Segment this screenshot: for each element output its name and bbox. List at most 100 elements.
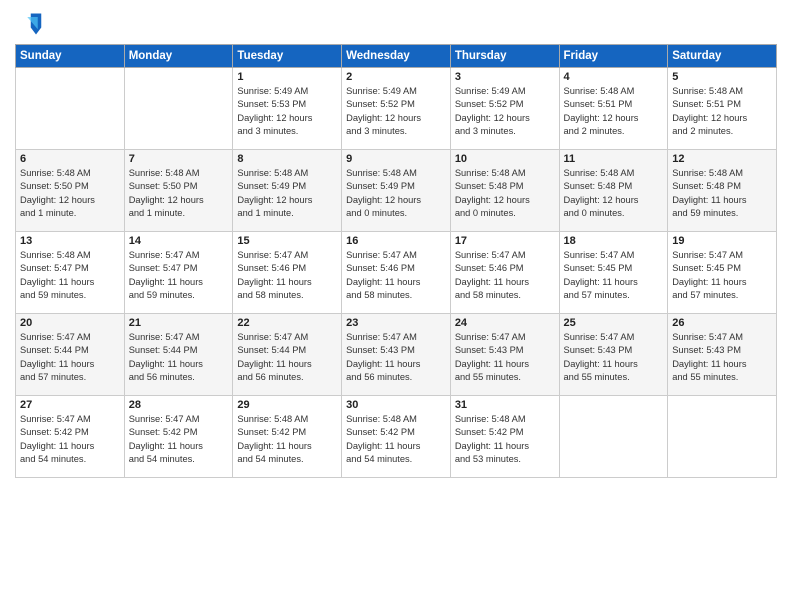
day-number: 15 bbox=[237, 235, 337, 247]
day-number: 3 bbox=[455, 71, 555, 83]
day-number: 28 bbox=[129, 399, 229, 411]
day-number: 31 bbox=[455, 399, 555, 411]
day-info: Sunrise: 5:47 AM Sunset: 5:47 PM Dayligh… bbox=[129, 249, 229, 303]
day-info: Sunrise: 5:48 AM Sunset: 5:42 PM Dayligh… bbox=[455, 413, 555, 467]
day-info: Sunrise: 5:48 AM Sunset: 5:48 PM Dayligh… bbox=[564, 167, 664, 221]
day-info: Sunrise: 5:47 AM Sunset: 5:42 PM Dayligh… bbox=[129, 413, 229, 467]
day-info: Sunrise: 5:48 AM Sunset: 5:48 PM Dayligh… bbox=[672, 167, 772, 221]
page: SundayMondayTuesdayWednesdayThursdayFrid… bbox=[0, 0, 792, 612]
day-number: 19 bbox=[672, 235, 772, 247]
calendar-day-cell: 4Sunrise: 5:48 AM Sunset: 5:51 PM Daylig… bbox=[559, 68, 668, 150]
day-number: 18 bbox=[564, 235, 664, 247]
day-number: 24 bbox=[455, 317, 555, 329]
day-of-week-header: Sunday bbox=[16, 45, 125, 68]
day-info: Sunrise: 5:47 AM Sunset: 5:43 PM Dayligh… bbox=[564, 331, 664, 385]
day-info: Sunrise: 5:47 AM Sunset: 5:43 PM Dayligh… bbox=[346, 331, 446, 385]
day-number: 1 bbox=[237, 71, 337, 83]
calendar-day-cell: 24Sunrise: 5:47 AM Sunset: 5:43 PM Dayli… bbox=[450, 314, 559, 396]
day-number: 11 bbox=[564, 153, 664, 165]
day-of-week-header: Wednesday bbox=[342, 45, 451, 68]
calendar-day-cell: 1 Sunrise: 5:49 AM Sunset: 5:53 PM Daylig… bbox=[233, 68, 342, 150]
calendar-day-cell: 6 Sunrise: 5:48 AM Sunset: 5:50 PM Daylig… bbox=[16, 150, 125, 232]
day-info: Sunrise: 5:47 AM Sunset: 5:44 PM Dayligh… bbox=[20, 331, 120, 385]
calendar-day-cell: 10 Sunrise: 5:48 AM Sunset: 5:48 PM Dayli… bbox=[450, 150, 559, 232]
day-number: 25 bbox=[564, 317, 664, 329]
day-info: Sunrise: 5:48 AM Sunset: 5:51 PM Dayligh… bbox=[672, 85, 772, 139]
calendar-week-row: 27 Sunrise: 5:47 AM Sunset: 5:42 PM Dayli… bbox=[16, 396, 777, 478]
day-number: 30 bbox=[346, 399, 446, 411]
day-info: Sunrise: 5:47 AM Sunset: 5:42 PM Dayligh… bbox=[20, 413, 120, 467]
day-info: Sunrise: 5:49 AM Sunset: 5:53 PM Dayligh… bbox=[237, 85, 337, 139]
calendar-week-row: 6 Sunrise: 5:48 AM Sunset: 5:50 PM Daylig… bbox=[16, 150, 777, 232]
day-number: 27 bbox=[20, 399, 120, 411]
calendar-header-row: SundayMondayTuesdayWednesdayThursdayFrid… bbox=[16, 45, 777, 68]
day-info: Sunrise: 5:47 AM Sunset: 5:45 PM Dayligh… bbox=[564, 249, 664, 303]
day-info: Sunrise: 5:48 AM Sunset: 5:50 PM Dayligh… bbox=[20, 167, 120, 221]
day-info: Sunrise: 5:47 AM Sunset: 5:46 PM Dayligh… bbox=[346, 249, 446, 303]
calendar-day-cell: 31 Sunrise: 5:48 AM Sunset: 5:42 PM Dayli… bbox=[450, 396, 559, 478]
day-of-week-header: Friday bbox=[559, 45, 668, 68]
day-number: 12 bbox=[672, 153, 772, 165]
day-number: 13 bbox=[20, 235, 120, 247]
day-info: Sunrise: 5:48 AM Sunset: 5:49 PM Dayligh… bbox=[346, 167, 446, 221]
calendar-day-cell bbox=[559, 396, 668, 478]
day-info: Sunrise: 5:48 AM Sunset: 5:49 PM Dayligh… bbox=[237, 167, 337, 221]
calendar-day-cell bbox=[124, 68, 233, 150]
day-info: Sunrise: 5:48 AM Sunset: 5:48 PM Dayligh… bbox=[455, 167, 555, 221]
day-number: 29 bbox=[237, 399, 337, 411]
calendar-day-cell: 18 Sunrise: 5:47 AM Sunset: 5:45 PM Dayli… bbox=[559, 232, 668, 314]
day-info: Sunrise: 5:47 AM Sunset: 5:46 PM Dayligh… bbox=[237, 249, 337, 303]
calendar-day-cell: 3Sunrise: 5:49 AM Sunset: 5:52 PM Daylig… bbox=[450, 68, 559, 150]
day-number: 8 bbox=[237, 153, 337, 165]
calendar-day-cell: 15 Sunrise: 5:47 AM Sunset: 5:46 PM Dayli… bbox=[233, 232, 342, 314]
calendar-day-cell: 21 Sunrise: 5:47 AM Sunset: 5:44 PM Dayli… bbox=[124, 314, 233, 396]
calendar-day-cell: 19 Sunrise: 5:47 AM Sunset: 5:45 PM Dayli… bbox=[668, 232, 777, 314]
day-number: 14 bbox=[129, 235, 229, 247]
calendar-day-cell: 7Sunrise: 5:48 AM Sunset: 5:50 PM Daylig… bbox=[124, 150, 233, 232]
day-number: 7 bbox=[129, 153, 229, 165]
calendar-day-cell bbox=[668, 396, 777, 478]
calendar-day-cell bbox=[16, 68, 125, 150]
day-number: 9 bbox=[346, 153, 446, 165]
calendar-day-cell: 13 Sunrise: 5:48 AM Sunset: 5:47 PM Dayli… bbox=[16, 232, 125, 314]
calendar-day-cell: 30 Sunrise: 5:48 AM Sunset: 5:42 PM Dayli… bbox=[342, 396, 451, 478]
day-number: 17 bbox=[455, 235, 555, 247]
day-number: 23 bbox=[346, 317, 446, 329]
calendar-day-cell: 2Sunrise: 5:49 AM Sunset: 5:52 PM Daylig… bbox=[342, 68, 451, 150]
calendar-day-cell: 26Sunrise: 5:47 AM Sunset: 5:43 PM Dayli… bbox=[668, 314, 777, 396]
day-number: 5 bbox=[672, 71, 772, 83]
day-number: 22 bbox=[237, 317, 337, 329]
calendar-day-cell: 28 Sunrise: 5:47 AM Sunset: 5:42 PM Dayli… bbox=[124, 396, 233, 478]
day-info: Sunrise: 5:47 AM Sunset: 5:45 PM Dayligh… bbox=[672, 249, 772, 303]
day-info: Sunrise: 5:48 AM Sunset: 5:47 PM Dayligh… bbox=[20, 249, 120, 303]
calendar-day-cell: 22Sunrise: 5:47 AM Sunset: 5:44 PM Dayli… bbox=[233, 314, 342, 396]
calendar-day-cell: 5 Sunrise: 5:48 AM Sunset: 5:51 PM Daylig… bbox=[668, 68, 777, 150]
calendar-day-cell: 17Sunrise: 5:47 AM Sunset: 5:46 PM Dayli… bbox=[450, 232, 559, 314]
calendar-day-cell: 12 Sunrise: 5:48 AM Sunset: 5:48 PM Dayli… bbox=[668, 150, 777, 232]
calendar: SundayMondayTuesdayWednesdayThursdayFrid… bbox=[15, 44, 777, 478]
day-of-week-header: Saturday bbox=[668, 45, 777, 68]
day-number: 6 bbox=[20, 153, 120, 165]
day-info: Sunrise: 5:48 AM Sunset: 5:51 PM Dayligh… bbox=[564, 85, 664, 139]
day-number: 20 bbox=[20, 317, 120, 329]
calendar-day-cell: 23 Sunrise: 5:47 AM Sunset: 5:43 PM Dayli… bbox=[342, 314, 451, 396]
calendar-week-row: 13 Sunrise: 5:48 AM Sunset: 5:47 PM Dayli… bbox=[16, 232, 777, 314]
day-of-week-header: Thursday bbox=[450, 45, 559, 68]
day-info: Sunrise: 5:48 AM Sunset: 5:42 PM Dayligh… bbox=[237, 413, 337, 467]
calendar-week-row: 20 Sunrise: 5:47 AM Sunset: 5:44 PM Dayli… bbox=[16, 314, 777, 396]
day-number: 10 bbox=[455, 153, 555, 165]
calendar-day-cell: 20 Sunrise: 5:47 AM Sunset: 5:44 PM Dayli… bbox=[16, 314, 125, 396]
calendar-day-cell: 8 Sunrise: 5:48 AM Sunset: 5:49 PM Daylig… bbox=[233, 150, 342, 232]
day-info: Sunrise: 5:47 AM Sunset: 5:44 PM Dayligh… bbox=[129, 331, 229, 385]
day-of-week-header: Monday bbox=[124, 45, 233, 68]
day-info: Sunrise: 5:48 AM Sunset: 5:42 PM Dayligh… bbox=[346, 413, 446, 467]
day-number: 26 bbox=[672, 317, 772, 329]
calendar-week-row: 1 Sunrise: 5:49 AM Sunset: 5:53 PM Daylig… bbox=[16, 68, 777, 150]
day-number: 21 bbox=[129, 317, 229, 329]
calendar-day-cell: 16Sunrise: 5:47 AM Sunset: 5:46 PM Dayli… bbox=[342, 232, 451, 314]
day-info: Sunrise: 5:49 AM Sunset: 5:52 PM Dayligh… bbox=[346, 85, 446, 139]
calendar-day-cell: 25 Sunrise: 5:47 AM Sunset: 5:43 PM Dayli… bbox=[559, 314, 668, 396]
day-of-week-header: Tuesday bbox=[233, 45, 342, 68]
header bbox=[15, 10, 777, 38]
calendar-day-cell: 11 Sunrise: 5:48 AM Sunset: 5:48 PM Dayli… bbox=[559, 150, 668, 232]
